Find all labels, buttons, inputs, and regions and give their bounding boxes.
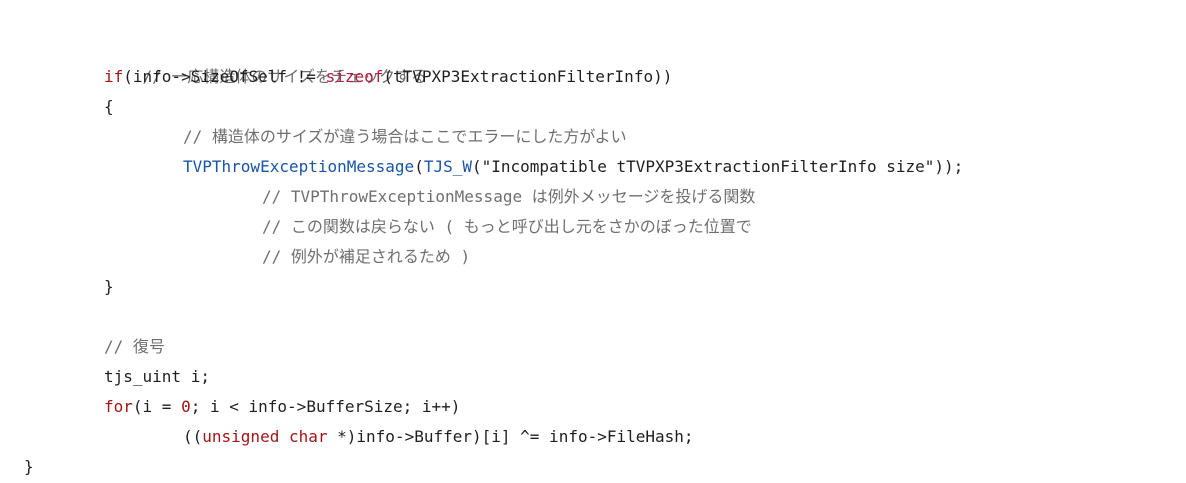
code-brace-open: { bbox=[104, 97, 114, 116]
code-number: 0 bbox=[181, 397, 191, 416]
code-line-1: // 一応構造体のサイズをチェックする bbox=[104, 32, 427, 86]
code-line-3: { bbox=[104, 92, 114, 122]
code-text: ( bbox=[414, 157, 424, 176]
code-text: (tTVPXP3ExtractionFilterInfo)) bbox=[383, 67, 673, 86]
code-text: *)info->Buffer)[i] ^= info->FileHash; bbox=[327, 427, 694, 446]
code-brace-close-outer: } bbox=[24, 457, 34, 476]
code-function-throw: TVPThrowExceptionMessage bbox=[183, 157, 415, 176]
code-comment: // 構造体のサイズが違う場合はここでエラーにした方がよい bbox=[183, 127, 627, 146]
code-line-14: } bbox=[24, 452, 34, 482]
code-keyword-if: if bbox=[104, 67, 124, 86]
code-macro-tjs-w: TJS_W bbox=[423, 157, 472, 176]
code-line-7: // この関数は戻らない ( もっと呼び出し元をさかのぼった位置で bbox=[262, 212, 752, 242]
code-line-8: // 例外が補足されるため ) bbox=[262, 242, 470, 272]
code-text: ("Incompatible tTVPXP3ExtractionFilterIn… bbox=[472, 157, 964, 176]
code-text: (( bbox=[183, 427, 203, 446]
code-line-2: if(info->SizeOfSelf != sizeof(tTVPXP3Ext… bbox=[104, 62, 672, 92]
code-comment: // 例外が補足されるため ) bbox=[262, 247, 471, 266]
code-keyword-char: char bbox=[288, 427, 328, 446]
code-line-4: // 構造体のサイズが違う場合はここでエラーにした方がよい bbox=[183, 122, 627, 152]
code-line-5: TVPThrowExceptionMessage(TJS_W("Incompat… bbox=[183, 152, 963, 182]
code-text: tjs_uint i; bbox=[104, 367, 210, 386]
code-line-13: ((unsigned char *)info->Buffer)[i] ^= in… bbox=[183, 422, 694, 452]
code-line-10: // 復号 bbox=[104, 332, 165, 362]
code-text: (i = bbox=[132, 397, 182, 416]
code-keyword-sizeof: sizeof bbox=[325, 67, 384, 86]
code-keyword-for: for bbox=[104, 397, 133, 416]
code-brace-close: } bbox=[104, 277, 114, 296]
code-line-11: tjs_uint i; bbox=[104, 362, 210, 392]
code-line-6: // TVPThrowExceptionMessage は例外メッセージを投げる… bbox=[262, 182, 755, 212]
code-comment: // TVPThrowExceptionMessage は例外メッセージを投げる… bbox=[262, 187, 756, 206]
code-line-9: } bbox=[104, 272, 114, 302]
code-comment: // 復号 bbox=[104, 337, 165, 356]
code-text: (info->SizeOfSelf != bbox=[123, 67, 326, 86]
code-text: ; i < info->BufferSize; i++) bbox=[190, 397, 461, 416]
code-block: // 一応構造体のサイズをチェックする if(info->SizeOfSelf … bbox=[0, 0, 1186, 483]
code-comment: // この関数は戻らない ( もっと呼び出し元をさかのぼった位置で bbox=[262, 217, 752, 236]
code-keyword-unsigned: unsigned bbox=[202, 427, 280, 446]
code-line-12: for(i = 0; i < info->BufferSize; i++) bbox=[104, 392, 460, 422]
